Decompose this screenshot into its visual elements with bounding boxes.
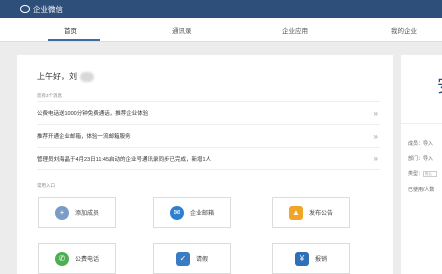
add-member-icon: + [54, 205, 69, 220]
active-tab-indicator [48, 39, 100, 41]
wecom-logo-icon [20, 5, 30, 13]
info-row: 类型： 默认 [408, 170, 438, 177]
pending-item[interactable]: 推荐开通企业邮箱，体验一流邮箱服务 » [37, 124, 380, 147]
add-member-button[interactable]: + 添加成员 [38, 197, 116, 228]
tab-apps[interactable]: 企业应用 [282, 25, 308, 35]
tile-label: 报销 [314, 257, 327, 263]
leave-icon: ✓ [175, 251, 190, 266]
pending-item-text: 管理员刘海晶于4月23日11:45启动的企业号通讯录同步已完成，新增1人 [37, 156, 212, 163]
pending-list: 公费电话送1000分钟免费通话，推荐企业体验 » 推荐开通企业邮箱，体验一流邮箱… [37, 101, 380, 170]
info-row: 部门：导入 [408, 156, 434, 162]
chevron-right-icon: » [373, 108, 378, 118]
reimbursement-button[interactable]: ¥ 报销 [272, 243, 350, 274]
chevron-right-icon: » [373, 131, 378, 141]
home-panel: 上午好，刘 您有3个消息 公费电话送1000分钟免费通话，推荐企业体验 » 推荐… [17, 55, 393, 274]
title-bar: 企业微信 [0, 0, 442, 18]
enterprise-name: 安 [437, 72, 442, 98]
tab-home[interactable]: 首页 [64, 25, 77, 35]
pending-item[interactable]: 公费电话送1000分钟免费通话，推荐企业体验 » [37, 101, 380, 124]
pending-item[interactable]: 管理员刘海晶于4月23日11:45启动的企业号通讯录同步已完成，新增1人 » [37, 147, 380, 170]
enterprise-mail-button[interactable]: ✉ 企业邮箱 [153, 197, 231, 228]
pending-item-text: 推荐开通企业邮箱，体验一流邮箱服务 [37, 134, 131, 140]
info-row: 成员：导入 [408, 141, 434, 147]
common-entries-title: 常用入口 [37, 183, 55, 188]
leave-request-button[interactable]: ✓ 请假 [153, 243, 231, 274]
pending-title: 您有3个消息 [37, 93, 63, 98]
tile-label: 企业邮箱 [189, 211, 214, 217]
announcement-icon: ▲ [288, 205, 303, 220]
type-select[interactable]: 默认 [423, 170, 438, 177]
phone-icon: ✆ [54, 251, 69, 266]
enterprise-info-panel: 安 成员：导入 部门：导入 类型：默认 已使用/人数 [401, 55, 442, 274]
publish-announcement-button[interactable]: ▲ 发布公告 [272, 197, 350, 228]
divider [401, 123, 442, 124]
reimburse-icon: ¥ [294, 251, 309, 266]
app-title: 企业微信 [33, 4, 63, 14]
greeting: 上午好，刘 [37, 71, 94, 82]
mail-icon: ✉ [169, 205, 184, 220]
top-nav: 首页 通讯录 企业应用 我的企业 [0, 18, 442, 42]
tile-label: 请假 [195, 257, 208, 263]
info-row: 已使用/人数 [408, 187, 435, 193]
tile-label: 添加成员 [74, 211, 99, 217]
tile-label: 发布公告 [308, 211, 333, 217]
pending-item-text: 公费电话送1000分钟免费通话，推荐企业体验 [37, 111, 149, 117]
tab-my-enterprise[interactable]: 我的企业 [391, 25, 417, 35]
tab-contacts[interactable]: 通讯录 [172, 25, 192, 35]
public-phone-button[interactable]: ✆ 公费电话 [38, 243, 116, 274]
blurred-name [80, 71, 94, 82]
tile-label: 公费电话 [74, 257, 99, 263]
chevron-right-icon: » [373, 154, 378, 163]
greeting-text: 上午好，刘 [37, 72, 77, 81]
